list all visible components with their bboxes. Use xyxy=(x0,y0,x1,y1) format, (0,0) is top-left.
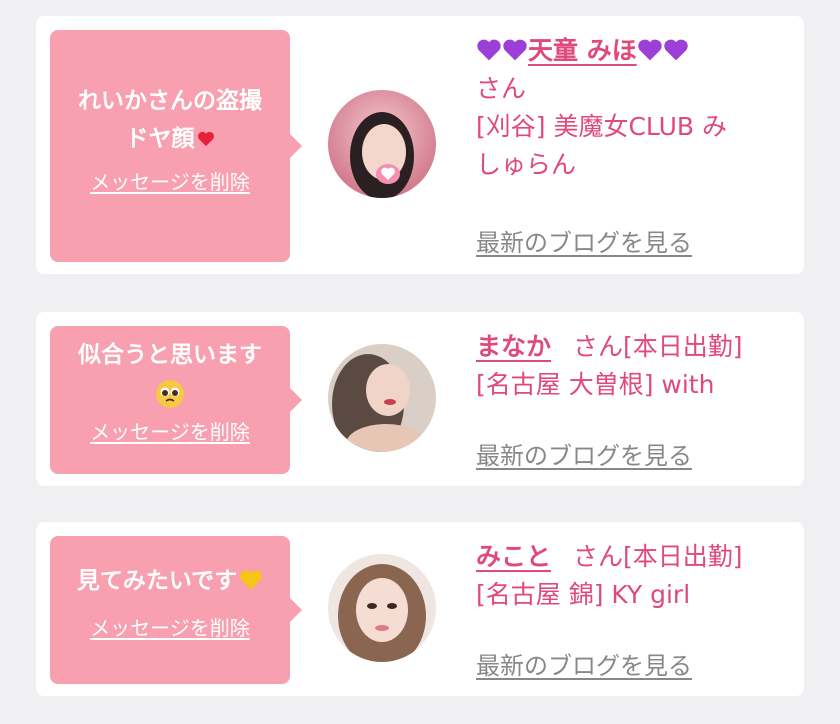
cast-name-link[interactable]: みこと xyxy=(476,542,551,571)
profile-photo-icon xyxy=(328,554,436,662)
delete-message-link[interactable]: メッセージを削除 xyxy=(90,166,250,195)
name-suffix: さん[本日出勤] xyxy=(573,332,743,361)
cast-info: 天童 みほ さん [刈谷] 美魔女CLUB み しゅらん xyxy=(476,32,786,184)
shop-line: [名古屋 錦] KY girl xyxy=(476,580,691,609)
shop-line-1: [刈谷] 美魔女CLUB み xyxy=(476,112,727,141)
delete-message-link[interactable]: メッセージを削除 xyxy=(90,416,250,445)
shop-line: [名古屋 大曽根] with xyxy=(476,370,715,399)
cast-info: みこと さん[本日出勤] [名古屋 錦] KY girl xyxy=(476,538,786,614)
avatar[interactable] xyxy=(328,344,436,452)
purple-heart-icon xyxy=(503,39,527,61)
message-text: 見てみたいです xyxy=(60,562,280,600)
avatar[interactable] xyxy=(328,90,436,198)
yellow-heart-icon xyxy=(240,570,262,590)
message-bubble: 似合うと思います メッセージを削除 xyxy=(50,326,302,474)
purple-heart-icon xyxy=(664,39,688,61)
profile-photo-icon xyxy=(328,90,436,198)
name-suffix: さん xyxy=(476,74,527,103)
red-heart-icon xyxy=(197,131,214,147)
avatar[interactable] xyxy=(328,554,436,662)
message-card: 似合うと思います メッセージを削除 まなか さん[本日出勤] [名古屋 大曽根] … xyxy=(36,312,804,486)
delete-message-link[interactable]: メッセージを削除 xyxy=(90,612,250,641)
message-bubble: れいかさんの盗撮 ドヤ顔 メッセージを削除 xyxy=(50,30,302,262)
shop-line-2: しゅらん xyxy=(476,150,577,179)
purple-heart-icon xyxy=(638,39,662,61)
purple-heart-icon xyxy=(477,39,501,61)
profile-photo-icon xyxy=(328,344,436,452)
message-bubble: 見てみたいです メッセージを削除 xyxy=(50,536,302,684)
name-suffix: さん[本日出勤] xyxy=(573,542,743,571)
latest-blog-link[interactable]: 最新のブログを見る xyxy=(476,646,692,681)
latest-blog-link[interactable]: 最新のブログを見る xyxy=(476,436,692,471)
message-card: 見てみたいです メッセージを削除 みこと さん[本日出勤] [名古屋 錦] KY … xyxy=(36,522,804,696)
message-text: 似合うと思います xyxy=(60,336,280,412)
cast-name-link[interactable]: まなか xyxy=(476,332,551,361)
message-card: れいかさんの盗撮 ドヤ顔 メッセージを削除 天童 みほ さん [刈谷] 美魔女C… xyxy=(36,16,804,274)
message-text: れいかさんの盗撮 ドヤ顔 xyxy=(78,88,262,152)
cast-info: まなか さん[本日出勤] [名古屋 大曽根] with xyxy=(476,328,786,404)
pleading-face-icon xyxy=(156,379,184,408)
cast-name-link[interactable]: 天童 みほ xyxy=(476,36,689,65)
latest-blog-link[interactable]: 最新のブログを見る xyxy=(476,223,692,258)
